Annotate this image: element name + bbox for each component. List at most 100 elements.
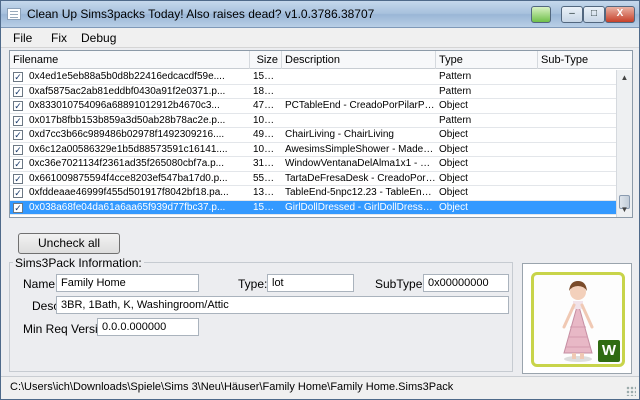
cell-size: 550187 <box>253 172 282 184</box>
cell-subtype <box>538 70 618 84</box>
cell-type: Pattern <box>439 114 472 126</box>
cell-filename: 0x017b8fbb153b859a3d50ab28b78ac2e.p... <box>29 114 226 126</box>
type-field[interactable]: lot <box>267 274 354 292</box>
row-checkbox[interactable]: ✓ <box>13 115 23 126</box>
scroll-up-icon[interactable]: ▲ <box>617 70 632 85</box>
status-bar: C:\Users\ich\Downloads\Spiele\Sims 3\Neu… <box>1 376 639 399</box>
column-description[interactable]: Description <box>282 51 436 69</box>
cell-description: ChairLiving - ChairLiving <box>285 129 394 140</box>
cell-subtype <box>538 85 618 99</box>
name-field[interactable]: Family Home <box>56 274 199 292</box>
cell-size: 314978 <box>253 158 282 169</box>
close-button[interactable]: X <box>605 6 635 23</box>
cell-size: 189065 <box>253 85 282 97</box>
cell-description: PCTableEnd - CreadoPorPilarPar... <box>285 100 436 111</box>
table-row[interactable]: ✓ 0x017b8fbb153b859a3d50ab28b78ac2e.p... 1… <box>10 114 618 128</box>
table-row[interactable]: ✓ 0x038a68fe04da61a6aa65f939d77fbc37.p...… <box>10 200 618 215</box>
preview-panel: W <box>522 263 632 374</box>
grid-scrollbar[interactable]: ▲ ▼ <box>616 70 632 217</box>
cell-size: 499143 <box>253 129 282 140</box>
uncheck-all-images-button[interactable]: Uncheck all Images <box>18 233 120 269</box>
title-bar[interactable]: Clean Up Sims3packs Today! Also raises d… <box>1 1 639 28</box>
table-row[interactable]: ✓ 0xd7cc3b66c989486b02978f1492309216.... 4… <box>10 128 618 143</box>
cell-description <box>282 85 436 99</box>
cell-filename: 0x038a68fe04da61a6aa65f939d77fbc37.p... <box>29 201 226 213</box>
table-row[interactable]: ✓ 0x6c12a00586329e1b5d88573591c16141.... 1… <box>10 143 618 157</box>
row-checkbox[interactable]: ✓ <box>13 202 23 213</box>
cell-subtype <box>538 172 618 186</box>
cell-type: Object <box>439 129 468 140</box>
cell-size: 108226 <box>253 114 282 126</box>
maximize-button[interactable]: □ <box>583 6 605 23</box>
table-row[interactable]: ✓ 0x661009875594f4cce8203ef547ba17d0.p...… <box>10 172 618 186</box>
row-checkbox[interactable]: ✓ <box>13 72 23 82</box>
app-window: Clean Up Sims3packs Today! Also raises d… <box>0 0 640 400</box>
cell-description: WindowVentanaDelAlma1x1 - Ma... <box>285 158 436 169</box>
table-row[interactable]: ✓ 0x4ed1e5eb88a5b0d8b22416edcacdf59e.... 1… <box>10 70 618 85</box>
row-checkbox[interactable]: ✓ <box>13 86 23 97</box>
row-checkbox[interactable]: ✓ <box>13 101 23 111</box>
subtype-label: SubType: <box>375 277 426 291</box>
column-type[interactable]: Type <box>436 51 538 69</box>
cell-subtype <box>538 143 618 157</box>
row-checkbox[interactable]: ✓ <box>13 173 23 184</box>
cell-subtype <box>538 99 618 113</box>
cell-subtype <box>538 128 618 142</box>
cell-subtype <box>538 157 618 171</box>
table-row[interactable]: ✓ 0xaf5875ac2ab81eddbf0430a91f2e0371.p...… <box>10 85 618 99</box>
cell-size: 1562085 <box>253 201 282 213</box>
cell-description: AwesimsSimpleShower - MadeBy... <box>285 143 436 155</box>
cell-subtype <box>538 114 618 128</box>
cell-size: 1014058 <box>253 143 282 155</box>
table-row[interactable]: ✓ 0xc36e7021134f2361ad35f265080cbf7a.p...… <box>10 157 618 172</box>
w-badge-icon: W <box>598 340 620 362</box>
green-tray-icon[interactable] <box>531 6 551 23</box>
cell-subtype <box>538 186 618 200</box>
table-row[interactable]: ✓ 0x833010754096a68891012912b4670c3... 479… <box>10 99 618 114</box>
cell-filename: 0xfddeaae46999f455d501917f8042bf18.pa... <box>29 187 229 198</box>
row-checkbox[interactable]: ✓ <box>13 188 23 198</box>
app-icon <box>7 8 21 20</box>
cell-filename: 0xc36e7021134f2361ad35f265080cbf7a.p... <box>29 158 224 169</box>
cell-subtype <box>538 201 618 215</box>
cell-description: TartaDeFresaDesk - CreadoPorPi... <box>285 172 436 184</box>
cell-size: 479500 <box>253 100 282 111</box>
cell-filename: 0xaf5875ac2ab81eddbf0430a91f2e0371.p... <box>29 85 226 97</box>
column-subtype[interactable]: Sub-Type <box>538 51 632 69</box>
resize-grip-icon[interactable] <box>626 386 636 396</box>
scroll-down-icon[interactable]: ▼ <box>617 202 632 217</box>
min-req-version-field[interactable]: 0.0.0.000000 <box>97 318 199 336</box>
menu-file[interactable]: File <box>13 31 32 45</box>
cell-filename: 0x661009875594f4cce8203ef547ba17d0.p... <box>29 172 228 184</box>
row-checkbox[interactable]: ✓ <box>13 159 23 169</box>
column-size[interactable]: Size <box>250 51 282 69</box>
cell-filename: 0x833010754096a68891012912b4670c3... <box>29 100 220 111</box>
cell-size: 132717 <box>253 187 282 198</box>
desc-field[interactable]: 3BR, 1Bath, K, Washingroom/Attic <box>56 296 509 314</box>
subtype-field[interactable]: 0x00000000 <box>423 274 509 292</box>
cell-type: Object <box>439 187 468 198</box>
menu-debug[interactable]: Debug <box>81 31 116 45</box>
cell-description <box>282 70 436 84</box>
cell-type: Object <box>439 158 468 169</box>
column-filename[interactable]: Filename <box>10 51 250 69</box>
cell-filename: 0xd7cc3b66c989486b02978f1492309216.... <box>29 129 225 140</box>
cell-type: Object <box>439 201 468 213</box>
cell-type: Object <box>439 100 468 111</box>
table-row[interactable]: ✓ 0xfddeaae46999f455d501917f8042bf18.pa..… <box>10 186 618 201</box>
name-label: Name: <box>23 277 59 291</box>
package-grid[interactable]: Filename Size Description Type Sub-Type … <box>9 50 633 218</box>
menu-fix[interactable]: Fix <box>51 31 67 45</box>
preview-frame: W <box>531 272 625 367</box>
cell-type: Object <box>439 172 468 184</box>
cell-type: Object <box>439 143 468 155</box>
menu-bar: File Fix Debug <box>1 28 639 48</box>
type-label: Type: <box>238 277 268 291</box>
row-checkbox[interactable]: ✓ <box>13 130 23 140</box>
minimize-button[interactable]: – <box>561 6 583 23</box>
row-checkbox[interactable]: ✓ <box>13 144 23 155</box>
cell-type: Pattern <box>439 71 472 82</box>
cell-description: TableEnd-5npc12.23 - TableEnd-... <box>285 187 436 198</box>
status-file-path: C:\Users\ich\Downloads\Spiele\Sims 3\Neu… <box>10 381 454 393</box>
cell-size: 155743 <box>253 71 282 82</box>
